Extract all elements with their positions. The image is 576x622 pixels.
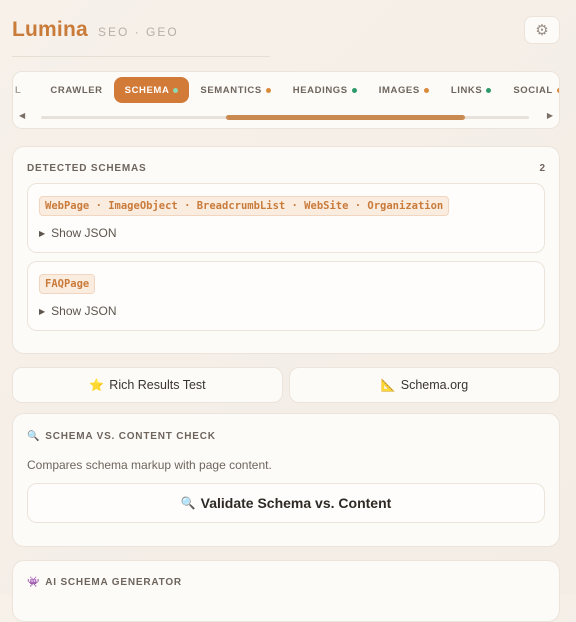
tab-label: SCHEMA bbox=[124, 84, 170, 96]
schema-content-check-card: 🔍 SCHEMA VS. CONTENT CHECK Compares sche… bbox=[12, 413, 560, 547]
schema-types: WebPage · ImageObject · BreadcrumbList ·… bbox=[39, 196, 450, 216]
tab-scrollbar-thumb[interactable] bbox=[226, 115, 465, 120]
tab-label: SEMANTICS bbox=[200, 84, 262, 96]
show-json-label: Show JSON bbox=[51, 226, 117, 240]
detected-schemas-card: DETECTED SCHEMAS 2 WebPage · ImageObject… bbox=[12, 146, 560, 354]
tab-label: CRAWLER bbox=[50, 84, 103, 96]
tab-label: SOCIAL bbox=[513, 84, 553, 96]
validate-label: Validate Schema vs. Content bbox=[200, 495, 392, 511]
magnifier-icon: 🔍 bbox=[27, 431, 41, 442]
tab-links[interactable]: LINKS bbox=[440, 77, 503, 103]
section-title: 🔍 SCHEMA VS. CONTENT CHECK bbox=[27, 431, 216, 442]
section-title: 👾 AI SCHEMA GENERATOR bbox=[27, 577, 182, 588]
header-divider bbox=[12, 56, 270, 57]
schema-org-button[interactable]: 📐 Schema.org bbox=[289, 367, 560, 403]
tab-social[interactable]: SOCIAL bbox=[502, 77, 559, 103]
triangle-ruler-icon: 📐 bbox=[380, 378, 396, 392]
schema-org-label: Schema.org bbox=[400, 378, 469, 392]
schema-types: FAQPage bbox=[39, 274, 96, 294]
tab-semantics[interactable]: SEMANTICS bbox=[189, 77, 281, 103]
show-json-toggle[interactable]: ▶ Show JSON bbox=[39, 226, 117, 240]
validate-schema-button[interactable]: 🔍 Validate Schema vs. Content bbox=[27, 483, 545, 523]
rich-results-test-button[interactable]: ⭐ Rich Results Test bbox=[12, 367, 283, 403]
ai-schema-generator-card: 👾 AI SCHEMA GENERATOR bbox=[12, 560, 560, 622]
tab-images[interactable]: IMAGES bbox=[368, 77, 440, 103]
status-dot-icon bbox=[486, 87, 492, 93]
app-subtitle: SEO · GEO bbox=[98, 25, 179, 39]
check-description: Compares schema markup with page content… bbox=[27, 458, 272, 472]
status-dot-icon bbox=[556, 87, 559, 93]
rich-results-label: Rich Results Test bbox=[109, 378, 206, 392]
tab-label: LINKS bbox=[450, 84, 483, 96]
section-title-text: SCHEMA VS. CONTENT CHECK bbox=[45, 431, 216, 442]
status-dot-icon bbox=[351, 87, 357, 93]
schema-item: WebPage · ImageObject · BreadcrumbList ·… bbox=[27, 183, 545, 253]
scroll-left-icon[interactable]: ◀ bbox=[19, 111, 25, 120]
tabs-row: L CRAWLER SCHEMA SEMANTICS HEADINGS IMAGES LIN… bbox=[13, 77, 559, 103]
tab-label: IMAGES bbox=[378, 84, 420, 96]
tab-bar: L CRAWLER SCHEMA SEMANTICS HEADINGS IMAGES LIN… bbox=[12, 71, 560, 129]
status-dot-icon bbox=[173, 87, 179, 93]
tab-headings[interactable]: HEADINGS bbox=[282, 77, 368, 103]
app-header: Lumina SEO · GEO ⚙ bbox=[12, 14, 560, 58]
magnifier-icon: 🔍 bbox=[180, 496, 196, 510]
gear-icon: ⚙ bbox=[535, 22, 549, 39]
section-title: DETECTED SCHEMAS bbox=[27, 163, 147, 174]
caret-right-icon: ▶ bbox=[39, 228, 46, 238]
app-brand: Lumina bbox=[12, 18, 88, 41]
settings-button[interactable]: ⚙ bbox=[524, 16, 560, 44]
scroll-right-icon[interactable]: ▶ bbox=[547, 111, 553, 120]
schema-item: FAQPage ▶ Show JSON bbox=[27, 261, 545, 331]
tab-label: L bbox=[15, 84, 22, 96]
tab-l[interactable]: L bbox=[13, 77, 39, 103]
show-json-label: Show JSON bbox=[51, 304, 117, 318]
section-title-text: AI SCHEMA GENERATOR bbox=[45, 577, 182, 588]
status-dot-icon bbox=[265, 87, 271, 93]
tab-label: HEADINGS bbox=[292, 84, 348, 96]
schema-count: 2 bbox=[539, 163, 545, 174]
status-dot-icon bbox=[423, 87, 429, 93]
space-invader-icon: 👾 bbox=[27, 577, 41, 588]
tab-crawler[interactable]: CRAWLER bbox=[39, 77, 113, 103]
tab-schema[interactable]: SCHEMA bbox=[113, 77, 190, 103]
show-json-toggle[interactable]: ▶ Show JSON bbox=[39, 304, 117, 318]
caret-right-icon: ▶ bbox=[39, 306, 46, 316]
star-icon: ⭐ bbox=[89, 378, 105, 392]
